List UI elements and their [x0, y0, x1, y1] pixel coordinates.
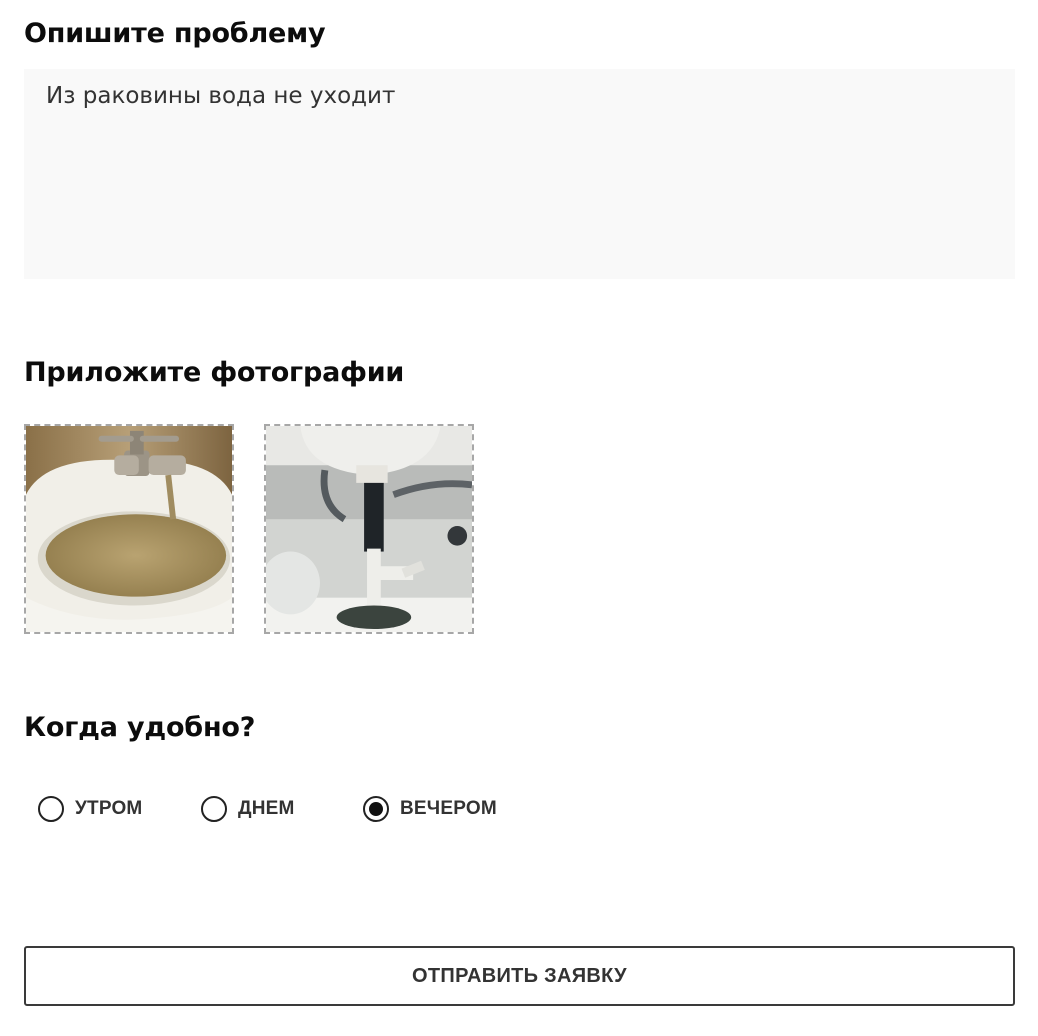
radio-morning[interactable]: УТРОМ: [38, 792, 142, 826]
radio-label-evening: ВЕЧЕРОМ: [400, 798, 497, 819]
radio-label-morning: УТРОМ: [75, 798, 143, 819]
schedule-heading: Когда удобно?: [24, 712, 256, 743]
radio-day[interactable]: ДНЕМ: [201, 792, 295, 826]
photo-thumbnail-drain-pipe[interactable]: [264, 424, 474, 634]
photos-heading: Приложите фотографии: [24, 357, 405, 388]
problem-description-field[interactable]: Из раковины вода не уходит: [24, 69, 1015, 279]
submit-request-button[interactable]: ОТПРАВИТЬ ЗАЯВКУ: [24, 946, 1015, 1006]
photo-thumbnail-sink[interactable]: [24, 424, 234, 634]
problem-heading: Опишите проблему: [24, 18, 326, 49]
drain-pipe-photo-image: [266, 426, 472, 632]
radio-evening[interactable]: ВЕЧЕРОМ: [363, 792, 497, 826]
sink-photo-image: [26, 426, 232, 632]
radio-button-day[interactable]: [201, 796, 227, 822]
radio-button-evening[interactable]: [363, 796, 389, 822]
radio-label-day: ДНЕМ: [238, 798, 295, 819]
radio-button-morning[interactable]: [38, 796, 64, 822]
